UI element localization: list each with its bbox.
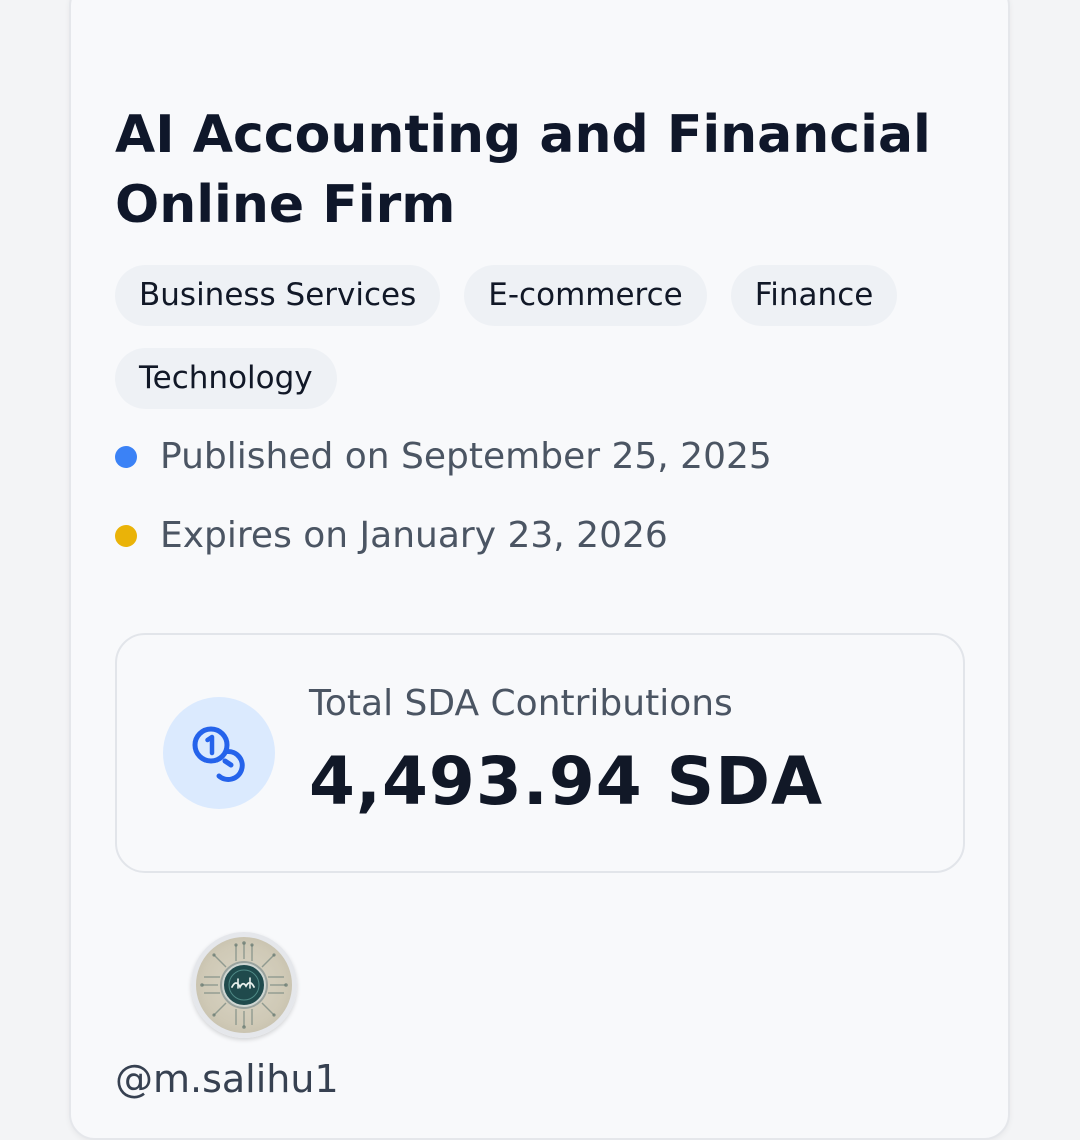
contributions-panel: Total SDA Contributions 4,493.94 SDA — [115, 633, 965, 873]
tag-list: Business Services E-commerce Finance Tec… — [115, 265, 975, 409]
published-date-text: Published on September 25, 2025 — [160, 436, 772, 477]
tag-business-services[interactable]: Business Services — [115, 265, 441, 326]
published-status-dot — [115, 445, 137, 468]
published-date-row: Published on September 25, 2025 — [115, 436, 772, 477]
user-avatar[interactable] — [191, 932, 297, 1038]
username-link[interactable]: @m.salihu1 — [115, 1057, 339, 1101]
expiry-date-row: Expires on January 23, 2026 — [115, 515, 668, 556]
expiry-status-dot — [115, 524, 137, 547]
avatar-image — [200, 941, 288, 1029]
coins-icon-graphic — [192, 726, 245, 782]
tag-technology[interactable]: Technology — [115, 348, 337, 409]
coins-icon — [163, 697, 275, 809]
expiry-date-text: Expires on January 23, 2026 — [160, 515, 668, 556]
tag-finance[interactable]: Finance — [730, 265, 898, 326]
tag-e-commerce[interactable]: E-commerce — [464, 265, 707, 326]
contributions-value: 4,493.94 SDA — [309, 743, 824, 820]
contributions-label: Total SDA Contributions — [309, 683, 733, 724]
listing-title: AI Accounting and Financial Online Firm — [115, 105, 931, 235]
